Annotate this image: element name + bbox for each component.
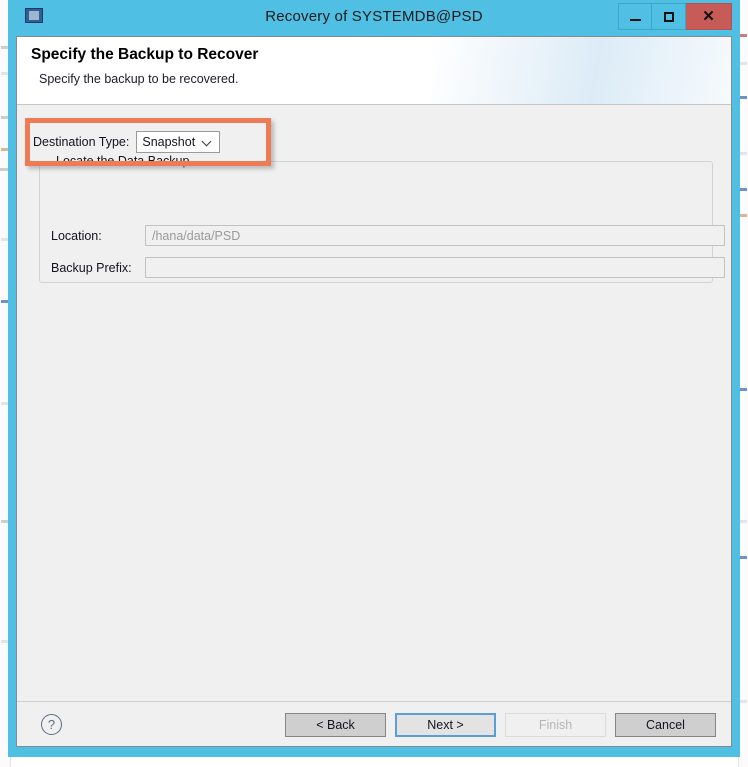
- close-button[interactable]: ✕: [686, 3, 732, 30]
- destination-type-label: Destination Type:: [33, 135, 130, 149]
- backup-prefix-row: Backup Prefix:: [51, 257, 725, 278]
- maximize-icon: [663, 11, 674, 22]
- destination-type-select[interactable]: Snapshot: [136, 131, 221, 153]
- help-icon[interactable]: ?: [41, 714, 62, 735]
- close-icon: ✕: [702, 8, 715, 25]
- page-title: Specify the Backup to Recover: [31, 46, 259, 63]
- recovery-wizard-dialog: Recovery of SYSTEMDB@PSD ✕ Specify the B…: [8, 0, 740, 757]
- title-bar[interactable]: Recovery of SYSTEMDB@PSD ✕: [8, 0, 740, 36]
- chevron-down-icon: [203, 137, 212, 146]
- location-row: Location: /hana/data/PSD: [51, 225, 725, 246]
- destination-type-value: Snapshot: [142, 135, 196, 149]
- dialog-body: Specify the Backup to Recover Specify th…: [16, 36, 732, 747]
- window-controls: ✕: [618, 3, 732, 30]
- destination-type-row: Destination Type: Snapshot: [33, 131, 221, 153]
- dialog-footer: ? < Back Next > Finish Cancel: [17, 701, 731, 746]
- page-subtitle: Specify the backup to be recovered.: [39, 72, 239, 86]
- location-input[interactable]: /hana/data/PSD: [145, 225, 725, 246]
- minimize-button[interactable]: [618, 3, 652, 30]
- maximize-button[interactable]: [652, 3, 686, 30]
- back-button[interactable]: < Back: [285, 713, 386, 737]
- cancel-button[interactable]: Cancel: [615, 713, 716, 737]
- backup-prefix-label: Backup Prefix:: [51, 260, 132, 275]
- wizard-header: Specify the Backup to Recover Specify th…: [17, 37, 731, 105]
- next-button[interactable]: Next >: [395, 713, 496, 737]
- backup-prefix-input[interactable]: [145, 257, 725, 278]
- minimize-icon: [629, 19, 641, 21]
- desktop-background: Recovery of SYSTEMDB@PSD ✕ Specify the B…: [0, 0, 748, 767]
- wizard-buttons: < Back Next > Finish Cancel: [285, 713, 716, 737]
- location-label: Location:: [51, 228, 102, 243]
- finish-button: Finish: [505, 713, 606, 737]
- wizard-content: Destination Type: Snapshot Locate the Da…: [17, 105, 731, 705]
- header-gradient: [431, 37, 731, 104]
